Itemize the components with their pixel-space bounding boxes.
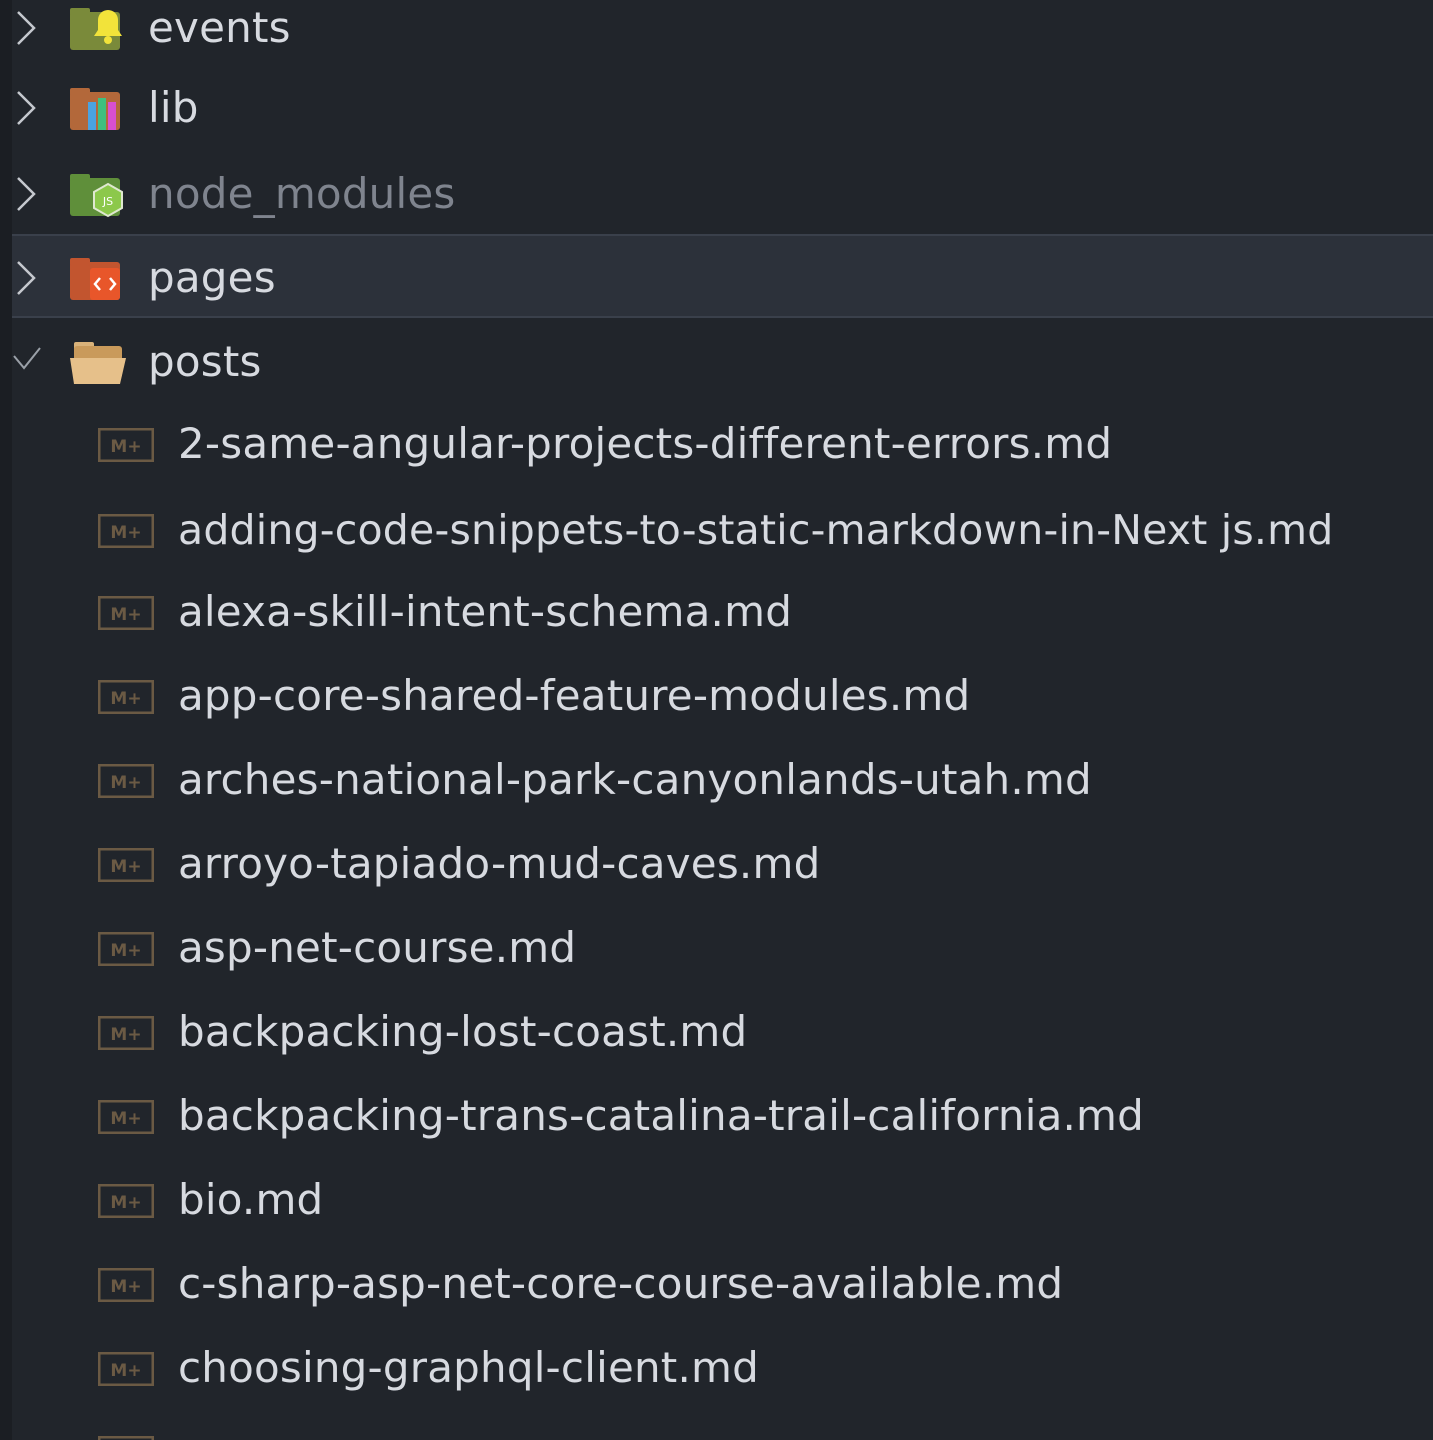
svg-text:M+: M+ bbox=[110, 1361, 141, 1381]
markdown-icon: M+ bbox=[97, 1015, 155, 1051]
folder-label: pages bbox=[148, 253, 276, 302]
file-label: alexa-skill-intent-schema.md bbox=[178, 587, 793, 636]
open-folder-icon bbox=[70, 338, 126, 388]
markdown-icon: M+ bbox=[97, 1099, 155, 1135]
svg-text:M+: M+ bbox=[110, 1277, 141, 1297]
lib-folder-icon bbox=[70, 84, 126, 134]
svg-text:M+: M+ bbox=[110, 689, 141, 709]
file-label: choosing-graphql-client.md bbox=[178, 1343, 759, 1392]
svg-text:M+: M+ bbox=[110, 437, 141, 457]
node-modules-folder-icon: JS bbox=[70, 170, 126, 220]
svg-text:M+: M+ bbox=[110, 1109, 141, 1129]
markdown-icon: M+ bbox=[97, 931, 155, 967]
markdown-icon: M+ bbox=[97, 1183, 155, 1219]
folder-node-modules[interactable]: JS node_modules bbox=[12, 152, 1433, 236]
markdown-icon: M+ bbox=[97, 513, 155, 549]
chevron-right-icon[interactable] bbox=[12, 0, 42, 70]
file-label: arroyo-tapiado-mud-caves.md bbox=[178, 839, 821, 888]
file-label: app-core-shared-feature-modules.md bbox=[178, 671, 971, 720]
file-label: 2-same-angular-projects-different-errors… bbox=[178, 419, 1113, 468]
folder-lib[interactable]: lib bbox=[12, 66, 1433, 150]
chevron-right-icon[interactable] bbox=[12, 236, 42, 320]
file-item[interactable]: M+ backpacking-trans-catalina-trail-cali… bbox=[12, 1074, 1433, 1158]
svg-text:M+: M+ bbox=[110, 773, 141, 793]
file-explorer: events lib JS node_modules pages posts M… bbox=[0, 0, 1433, 1440]
file-item[interactable]: M+ 2-same-angular-projects-different-err… bbox=[12, 402, 1433, 486]
markdown-icon: M+ bbox=[97, 1267, 155, 1303]
markdown-icon: M+ bbox=[97, 427, 155, 463]
file-label: arches-national-park-canyonlands-utah.md bbox=[178, 755, 1092, 804]
file-item[interactable]: M+ arches-national-park-canyonlands-utah… bbox=[12, 738, 1433, 822]
markdown-icon: M+ bbox=[97, 1351, 155, 1387]
svg-text:M+: M+ bbox=[110, 857, 141, 877]
chevron-right-icon[interactable] bbox=[12, 152, 42, 236]
markdown-icon: M+ bbox=[97, 763, 155, 799]
folder-events[interactable]: events bbox=[12, 0, 1433, 70]
chevron-right-icon[interactable] bbox=[12, 66, 42, 150]
file-item[interactable]: M+ asp-net-course.md bbox=[12, 906, 1433, 990]
file-label: c-sharp-asp-net-core-course-available.md bbox=[178, 1259, 1064, 1308]
file-item-partial[interactable] bbox=[12, 1410, 1433, 1440]
events-folder-icon bbox=[70, 4, 126, 54]
file-item[interactable]: M+ alexa-skill-intent-schema.md bbox=[12, 570, 1433, 654]
file-label: backpacking-trans-catalina-trail-califor… bbox=[178, 1091, 1145, 1140]
pages-folder-icon bbox=[70, 254, 126, 304]
folder-pages[interactable]: pages bbox=[12, 234, 1433, 318]
file-item[interactable]: M+ arroyo-tapiado-mud-caves.md bbox=[12, 822, 1433, 906]
folder-label: posts bbox=[148, 337, 262, 386]
markdown-icon: M+ bbox=[97, 847, 155, 883]
svg-text:JS: JS bbox=[102, 195, 113, 208]
file-item[interactable]: M+ bio.md bbox=[12, 1158, 1433, 1242]
file-item[interactable]: M+ app-core-shared-feature-modules.md bbox=[12, 654, 1433, 738]
svg-text:M+: M+ bbox=[110, 523, 141, 543]
svg-text:M+: M+ bbox=[110, 941, 141, 961]
file-label: asp-net-course.md bbox=[178, 923, 577, 972]
file-label: backpacking-lost-coast.md bbox=[178, 1007, 748, 1056]
folder-label: lib bbox=[148, 83, 199, 132]
markdown-icon: M+ bbox=[97, 595, 155, 631]
markdown-icon bbox=[97, 1435, 155, 1440]
svg-text:M+: M+ bbox=[110, 605, 141, 625]
folder-label: node_modules bbox=[148, 169, 456, 218]
svg-text:M+: M+ bbox=[110, 1193, 141, 1213]
file-item[interactable]: M+ c-sharp-asp-net-core-course-available… bbox=[12, 1242, 1433, 1326]
folder-posts[interactable]: posts bbox=[12, 320, 1433, 404]
file-label: bio.md bbox=[178, 1175, 324, 1224]
folder-label: events bbox=[148, 3, 291, 52]
file-item[interactable]: M+ adding-code-snippets-to-static-markdo… bbox=[12, 488, 1433, 572]
chevron-down-icon[interactable] bbox=[12, 320, 42, 404]
file-label: adding-code-snippets-to-static-markdown-… bbox=[178, 506, 1334, 554]
svg-text:M+: M+ bbox=[110, 1025, 141, 1045]
activity-bar-edge bbox=[0, 0, 12, 1440]
file-item[interactable]: M+ backpacking-lost-coast.md bbox=[12, 990, 1433, 1074]
markdown-icon: M+ bbox=[97, 679, 155, 715]
file-item[interactable]: M+ choosing-graphql-client.md bbox=[12, 1326, 1433, 1410]
